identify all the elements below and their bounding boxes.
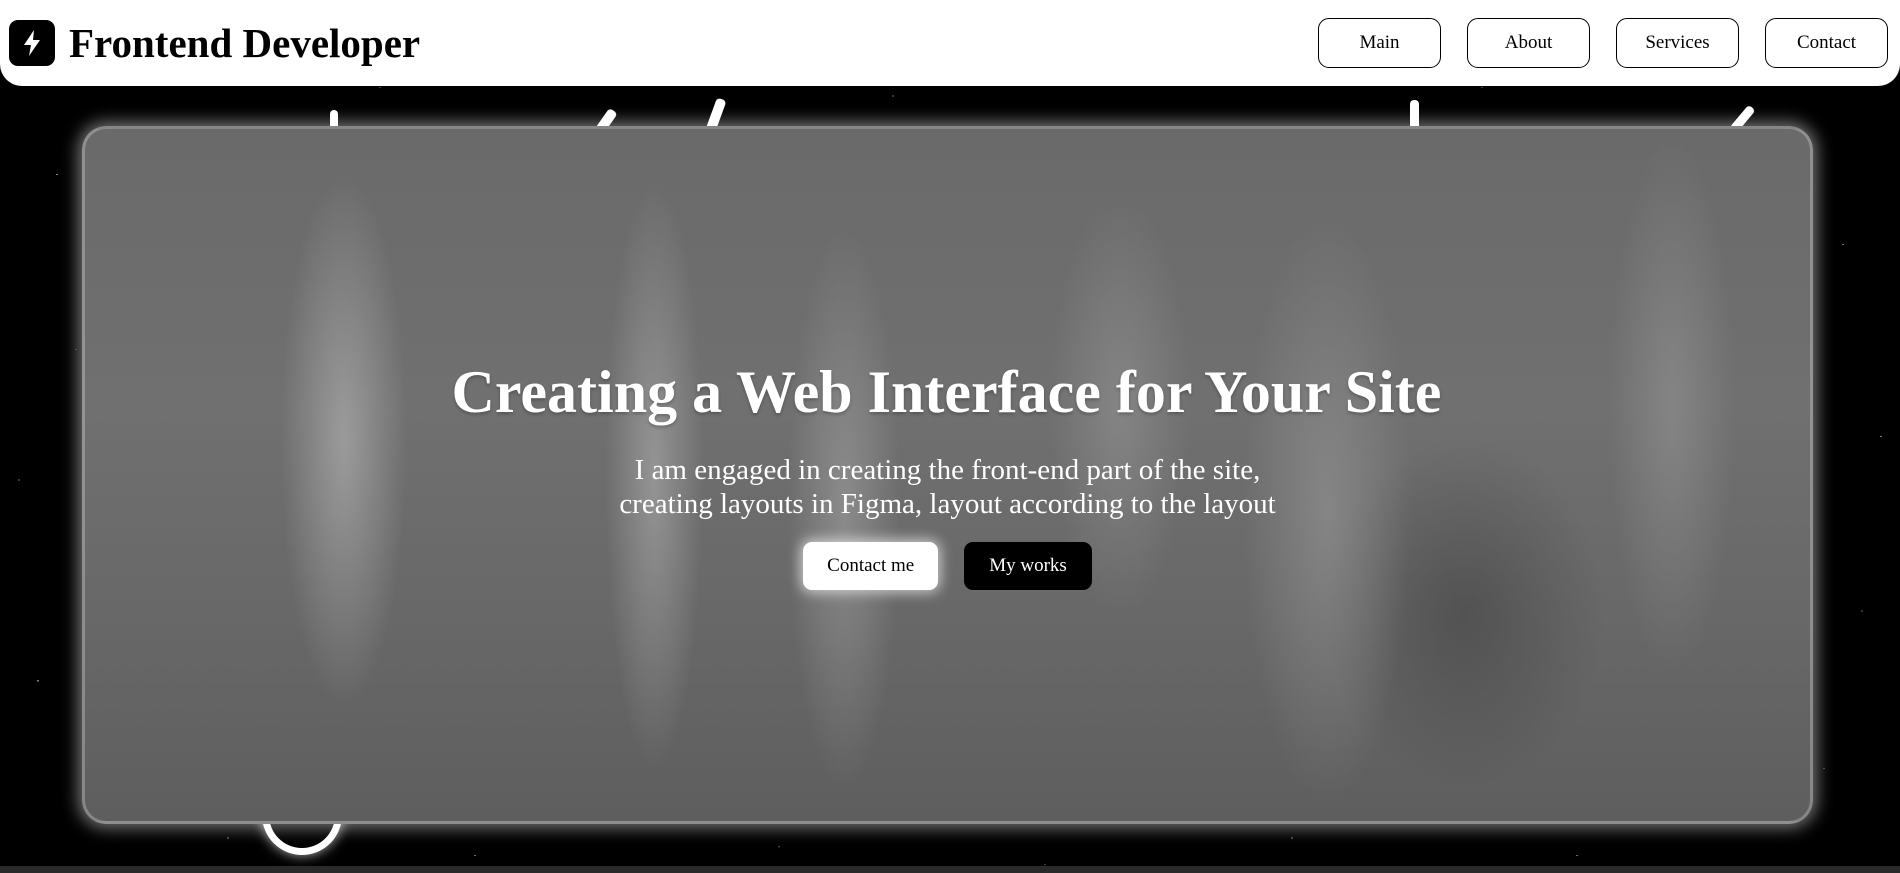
nav-services-button[interactable]: Services	[1616, 18, 1739, 68]
main-nav: Main About Services Contact	[1318, 18, 1888, 68]
hero-actions: Contact me My works	[803, 542, 1092, 590]
hero-title: Creating a Web Interface for Your Site	[451, 359, 1442, 425]
nav-main-button[interactable]: Main	[1318, 18, 1441, 68]
lightning-icon	[9, 20, 55, 66]
contact-me-button[interactable]: Contact me	[803, 542, 939, 590]
hero-subtitle: I am engaged in creating the front-end p…	[619, 453, 1275, 521]
site-header: Frontend Developer Main About Services C…	[0, 0, 1900, 86]
hero-subtitle-line: I am engaged in creating the front-end p…	[634, 454, 1261, 486]
hero-subtitle-line: creating layouts in Figma, layout accord…	[619, 488, 1276, 520]
bottom-scroll-edge	[0, 866, 1900, 873]
hero-card: Creating a Web Interface for Your Site I…	[82, 126, 1813, 824]
site-title: Frontend Developer	[69, 20, 421, 66]
nav-about-button[interactable]: About	[1467, 18, 1590, 68]
my-works-button[interactable]: My works	[964, 542, 1092, 590]
brand[interactable]: Frontend Developer	[9, 19, 420, 67]
nav-contact-button[interactable]: Contact	[1765, 18, 1888, 68]
